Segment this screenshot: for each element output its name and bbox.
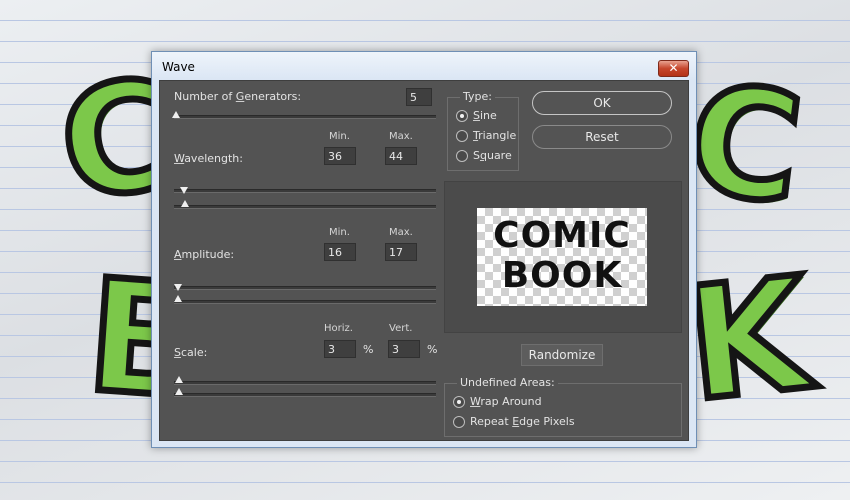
preview-panel[interactable]: COMIC BOOK [444, 181, 682, 333]
type-triangle-label[interactable]: Triangle [473, 129, 516, 142]
type-sine-radio[interactable] [456, 110, 468, 122]
amplitude-max-slider-thumb[interactable] [174, 295, 182, 302]
amplitude-min-header: Min. [329, 227, 350, 238]
amplitude-max-header: Max. [389, 227, 413, 238]
scale-vert-header: Vert. [389, 323, 413, 334]
amplitude-max-input[interactable]: 17 [385, 243, 417, 261]
scale-vert-slider-track[interactable] [174, 393, 436, 397]
scale-vert-input[interactable]: 3 [388, 340, 420, 358]
repeat-edge-pixels-label[interactable]: Repeat Edge Pixels [470, 415, 575, 428]
type-sine-label[interactable]: Sine [473, 109, 497, 122]
amplitude-max-slider-track[interactable] [174, 300, 436, 304]
scale-horiz-unit: % [363, 343, 374, 356]
type-group-title: Type: [460, 90, 495, 103]
dialog-titlebar[interactable]: Wave ✕ [152, 52, 696, 80]
type-triangle-radio[interactable] [456, 130, 468, 142]
wavelength-min-input[interactable]: 36 [324, 147, 356, 165]
wavelength-label: Wavelength: [174, 152, 243, 165]
scale-vert-slider-thumb[interactable] [175, 388, 183, 395]
background-letter-k-right: K [675, 240, 820, 440]
close-button[interactable]: ✕ [658, 60, 689, 77]
scale-vert-unit: % [427, 343, 438, 356]
wavelength-max-slider-thumb[interactable] [181, 200, 189, 207]
generators-label: Number of Generators: [174, 90, 302, 103]
generators-input[interactable]: 5 [406, 88, 432, 106]
undefined-areas-title: Undefined Areas: [457, 376, 558, 389]
generators-slider-track[interactable] [174, 115, 436, 119]
type-square-radio[interactable] [456, 150, 468, 162]
amplitude-min-slider-thumb[interactable] [174, 284, 182, 291]
scale-horiz-input[interactable]: 3 [324, 340, 356, 358]
dialog-title: Wave [162, 60, 195, 74]
scale-horiz-slider-thumb[interactable] [175, 376, 183, 383]
preview-text-line2: BOOK [501, 255, 623, 296]
wavelength-max-slider-track[interactable] [174, 205, 436, 209]
wavelength-max-header: Max. [389, 131, 413, 142]
wrap-around-label[interactable]: Wrap Around [470, 395, 542, 408]
wrap-around-radio[interactable] [453, 396, 465, 408]
amplitude-min-slider-track[interactable] [174, 286, 436, 290]
scale-horiz-slider-track[interactable] [174, 381, 436, 385]
preview-text-line1: COMIC [493, 215, 631, 256]
reset-button[interactable]: Reset [532, 125, 672, 149]
generators-slider-thumb[interactable] [172, 111, 180, 118]
close-icon: ✕ [668, 61, 679, 75]
ok-button[interactable]: OK [532, 91, 672, 115]
amplitude-min-input[interactable]: 16 [324, 243, 356, 261]
wavelength-min-header: Min. [329, 131, 350, 142]
background-letter-c-right: C [676, 48, 813, 241]
type-square-label[interactable]: Square [473, 149, 512, 162]
amplitude-label: Amplitude: [174, 248, 235, 261]
wave-dialog: Wave ✕ Number of Generators: 5 Min. Max.… [151, 51, 697, 448]
randomize-button[interactable]: Randomize [521, 344, 603, 366]
type-group: Type: Sine Triangle Square [447, 90, 519, 171]
wavelength-min-slider-track[interactable] [174, 189, 436, 193]
scale-horiz-header: Horiz. [324, 323, 353, 334]
wavelength-max-input[interactable]: 44 [385, 147, 417, 165]
undefined-areas-group: Undefined Areas: Wrap Around Repeat Edge… [444, 376, 682, 437]
dialog-body: Number of Generators: 5 Min. Max. Wavele… [159, 80, 689, 441]
wavelength-min-slider-thumb[interactable] [180, 187, 188, 194]
scale-label: Scale: [174, 346, 208, 359]
preview-image: COMIC BOOK [477, 208, 647, 306]
repeat-edge-pixels-radio[interactable] [453, 416, 465, 428]
